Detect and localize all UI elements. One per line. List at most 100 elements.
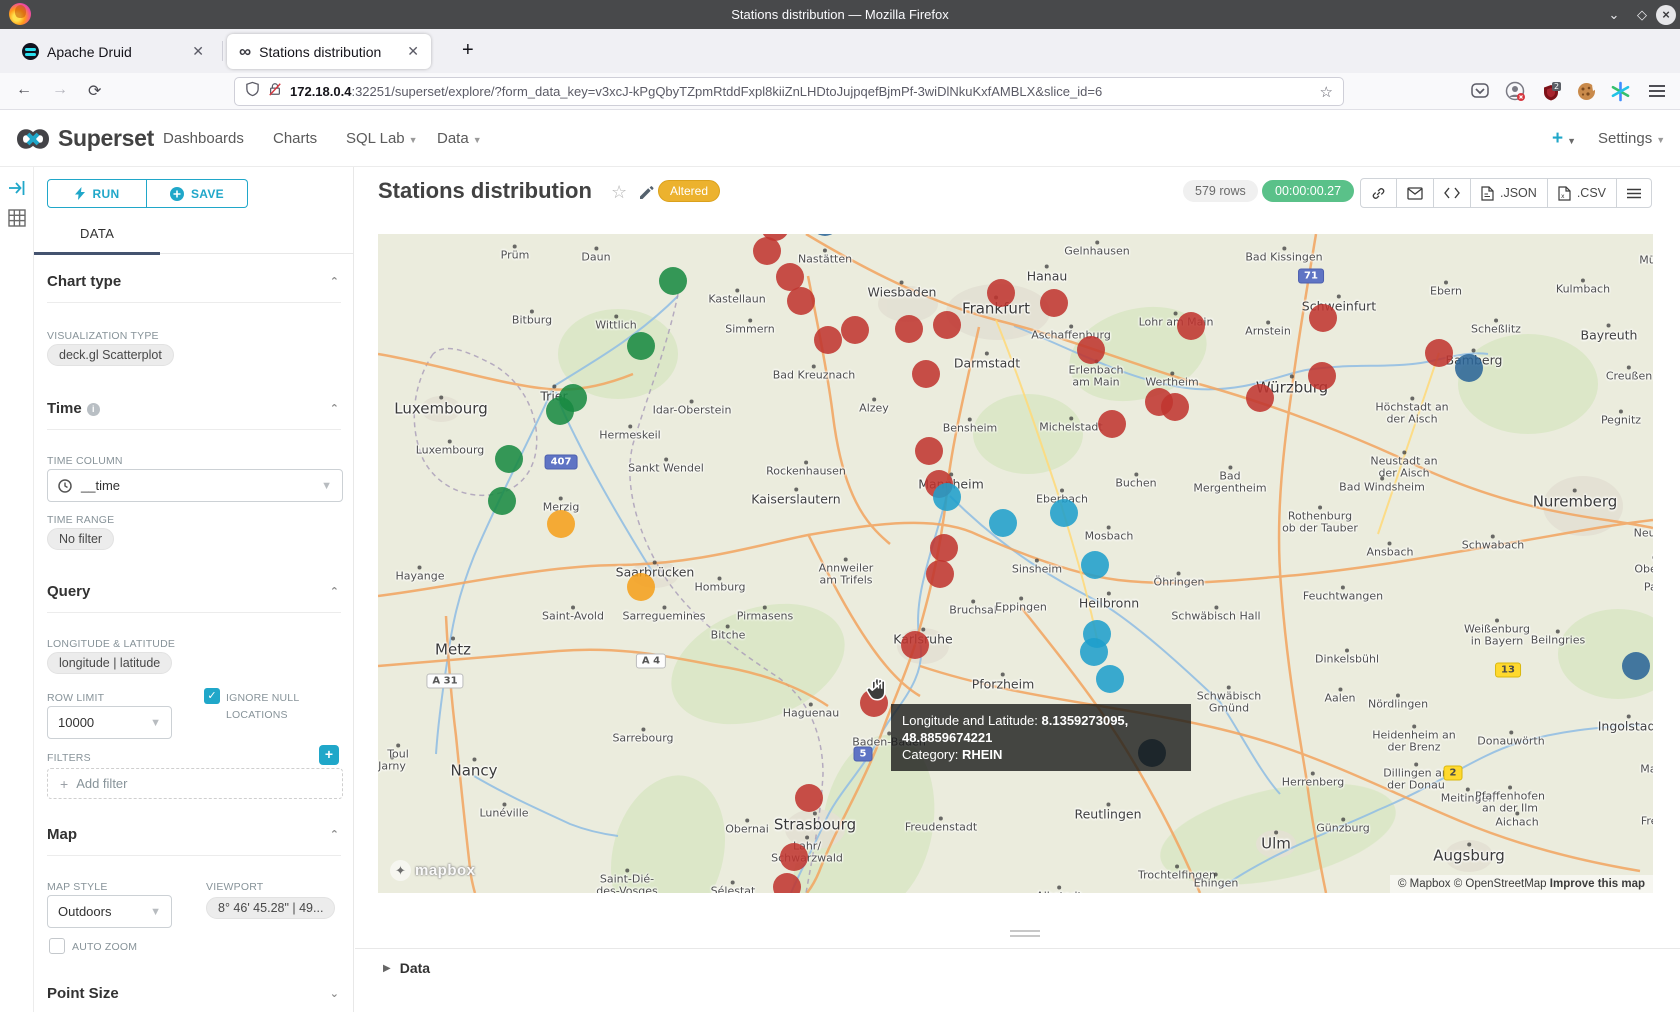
- tab-close-icon[interactable]: ✕: [188, 43, 208, 60]
- scatter-point-red[interactable]: [1161, 393, 1189, 421]
- expand-panel-icon[interactable]: [8, 179, 26, 197]
- forward-icon[interactable]: →: [52, 81, 68, 99]
- favorite-star-icon[interactable]: ☆: [611, 182, 627, 203]
- insecure-lock-icon[interactable]: [268, 81, 282, 102]
- scatter-point-green[interactable]: [546, 397, 574, 425]
- scatter-point-green[interactable]: [659, 267, 687, 295]
- resize-grip[interactable]: [1010, 930, 1040, 937]
- scatter-point-green[interactable]: [495, 445, 523, 473]
- edit-properties-icon[interactable]: [638, 184, 655, 206]
- add-filter-plus-button[interactable]: +: [319, 745, 339, 765]
- save-button[interactable]: SAVE: [147, 179, 248, 208]
- viz-type-value[interactable]: deck.gl Scatterplot: [47, 344, 174, 366]
- nav-settings[interactable]: Settings▼: [1598, 130, 1665, 147]
- nav-add-button[interactable]: +▼: [1552, 128, 1576, 150]
- scatter-point-red[interactable]: [841, 316, 869, 344]
- scatter-point-cyan[interactable]: [1081, 551, 1109, 579]
- section-time[interactable]: Timei⌃: [47, 400, 341, 430]
- superset-logo-icon[interactable]: [10, 123, 56, 155]
- url-bar[interactable]: 172.18.0.4:32251/superset/explore/?form_…: [234, 77, 1344, 106]
- scatter-point-cyan[interactable]: [933, 483, 961, 511]
- scatter-point-red[interactable]: [1040, 289, 1068, 317]
- scatter-point-red[interactable]: [1308, 362, 1336, 390]
- mapbox-logo[interactable]: ✦ mapbox: [390, 860, 476, 881]
- window-minimize-icon[interactable]: ⌄: [1604, 5, 1624, 25]
- copy-link-button[interactable]: [1361, 179, 1396, 207]
- export-json-button[interactable]: .JSON: [1470, 179, 1547, 207]
- export-csv-button[interactable]: x .CSV: [1547, 179, 1616, 207]
- new-tab-button[interactable]: +: [462, 39, 474, 62]
- embed-code-button[interactable]: [1433, 179, 1470, 207]
- nav-sql-lab[interactable]: SQL Lab▼: [346, 130, 418, 147]
- auto-zoom-checkbox[interactable]: [49, 938, 65, 954]
- scatter-point-orange[interactable]: [547, 510, 575, 538]
- scatter-point-red[interactable]: [1309, 304, 1337, 332]
- row-limit-select[interactable]: 10000▼: [47, 706, 172, 739]
- section-query[interactable]: Query⌃: [47, 583, 341, 613]
- tab-close-icon[interactable]: ✕: [403, 43, 423, 60]
- scatter-point-red[interactable]: [1177, 312, 1205, 340]
- scatter-point-red[interactable]: [780, 843, 808, 871]
- back-icon[interactable]: ←: [16, 81, 32, 99]
- viewport-value[interactable]: 8° 46' 45.28" | 49...: [206, 897, 335, 919]
- tab-stations-distribution[interactable]: ∞ Stations distribution ✕: [227, 34, 431, 69]
- extension-asterisk-icon[interactable]: [1610, 81, 1632, 103]
- scatter-point-red[interactable]: [901, 631, 929, 659]
- scatter-point-cyan[interactable]: [989, 509, 1017, 537]
- scatter-point-red[interactable]: [1077, 336, 1105, 364]
- scatter-point-red[interactable]: [787, 287, 815, 315]
- scatter-point-red[interactable]: [814, 326, 842, 354]
- scatter-point-navy[interactable]: [1455, 354, 1483, 382]
- tab-apache-druid[interactable]: Apache Druid ✕: [8, 34, 216, 69]
- map-style-select[interactable]: Outdoors▼: [47, 895, 172, 928]
- window-close-icon[interactable]: ×: [1656, 5, 1676, 25]
- scatter-point-cyan[interactable]: [1050, 499, 1078, 527]
- scatter-point-cyan[interactable]: [1080, 638, 1108, 666]
- scatter-point-orange[interactable]: [627, 573, 655, 601]
- superset-wordmark[interactable]: Superset: [58, 125, 154, 152]
- window-maximize-icon[interactable]: ◇: [1632, 5, 1652, 25]
- scatter-point-green[interactable]: [627, 332, 655, 360]
- scatter-point-red[interactable]: [795, 784, 823, 812]
- scatter-point-red[interactable]: [926, 560, 954, 588]
- more-options-button[interactable]: [1616, 179, 1651, 207]
- reload-icon[interactable]: ⟳: [88, 81, 101, 101]
- ignore-null-checkbox[interactable]: ✓: [204, 688, 220, 704]
- scatter-point-red[interactable]: [773, 873, 801, 893]
- scatter-point-navy[interactable]: [1622, 652, 1650, 680]
- ublock-shield-icon[interactable]: 2: [1540, 81, 1562, 103]
- nav-data[interactable]: Data▼: [437, 130, 482, 147]
- scatter-point-red[interactable]: [1246, 384, 1274, 412]
- scatter-point-cyan[interactable]: [1096, 665, 1124, 693]
- menu-hamburger-icon[interactable]: [1648, 83, 1670, 105]
- cookie-icon[interactable]: [1576, 81, 1598, 103]
- scatter-point-red[interactable]: [912, 360, 940, 388]
- deckgl-scatter-map[interactable]: PrümDaunNastättenGelnhausenBad Kissingen…: [378, 234, 1653, 893]
- pocket-icon[interactable]: [1470, 81, 1492, 103]
- scatter-point-red[interactable]: [987, 279, 1015, 307]
- scatter-point-red[interactable]: [895, 315, 923, 343]
- scatter-point-red[interactable]: [915, 437, 943, 465]
- add-filter-dropzone[interactable]: +Add filter: [47, 768, 343, 799]
- section-point-size[interactable]: Point Size⌄: [47, 985, 341, 1015]
- scatter-point-red[interactable]: [933, 311, 961, 339]
- nav-charts[interactable]: Charts: [273, 130, 317, 147]
- bookmark-star-icon[interactable]: ☆: [1320, 83, 1333, 101]
- scatter-point-red[interactable]: [930, 534, 958, 562]
- datasource-grid-icon[interactable]: [8, 209, 26, 227]
- improve-map-link[interactable]: Improve this map: [1550, 878, 1645, 890]
- tracking-shield-icon[interactable]: [245, 81, 260, 102]
- scatter-point-red[interactable]: [753, 237, 781, 265]
- data-panel-toggle[interactable]: ▶ Data: [383, 960, 430, 976]
- nav-dashboards[interactable]: Dashboards: [163, 130, 244, 147]
- scatter-point-red[interactable]: [1098, 410, 1126, 438]
- scatter-point-red[interactable]: [1425, 339, 1453, 367]
- section-chart-type[interactable]: Chart type⌃: [47, 273, 341, 303]
- account-icon[interactable]: [1505, 81, 1527, 103]
- scatter-point-green[interactable]: [488, 487, 516, 515]
- section-map[interactable]: Map⌃: [47, 826, 341, 856]
- email-button[interactable]: [1396, 179, 1433, 207]
- time-range-value[interactable]: No filter: [47, 528, 114, 550]
- time-column-select[interactable]: __time▼: [47, 469, 343, 502]
- run-button[interactable]: RUN: [47, 179, 147, 208]
